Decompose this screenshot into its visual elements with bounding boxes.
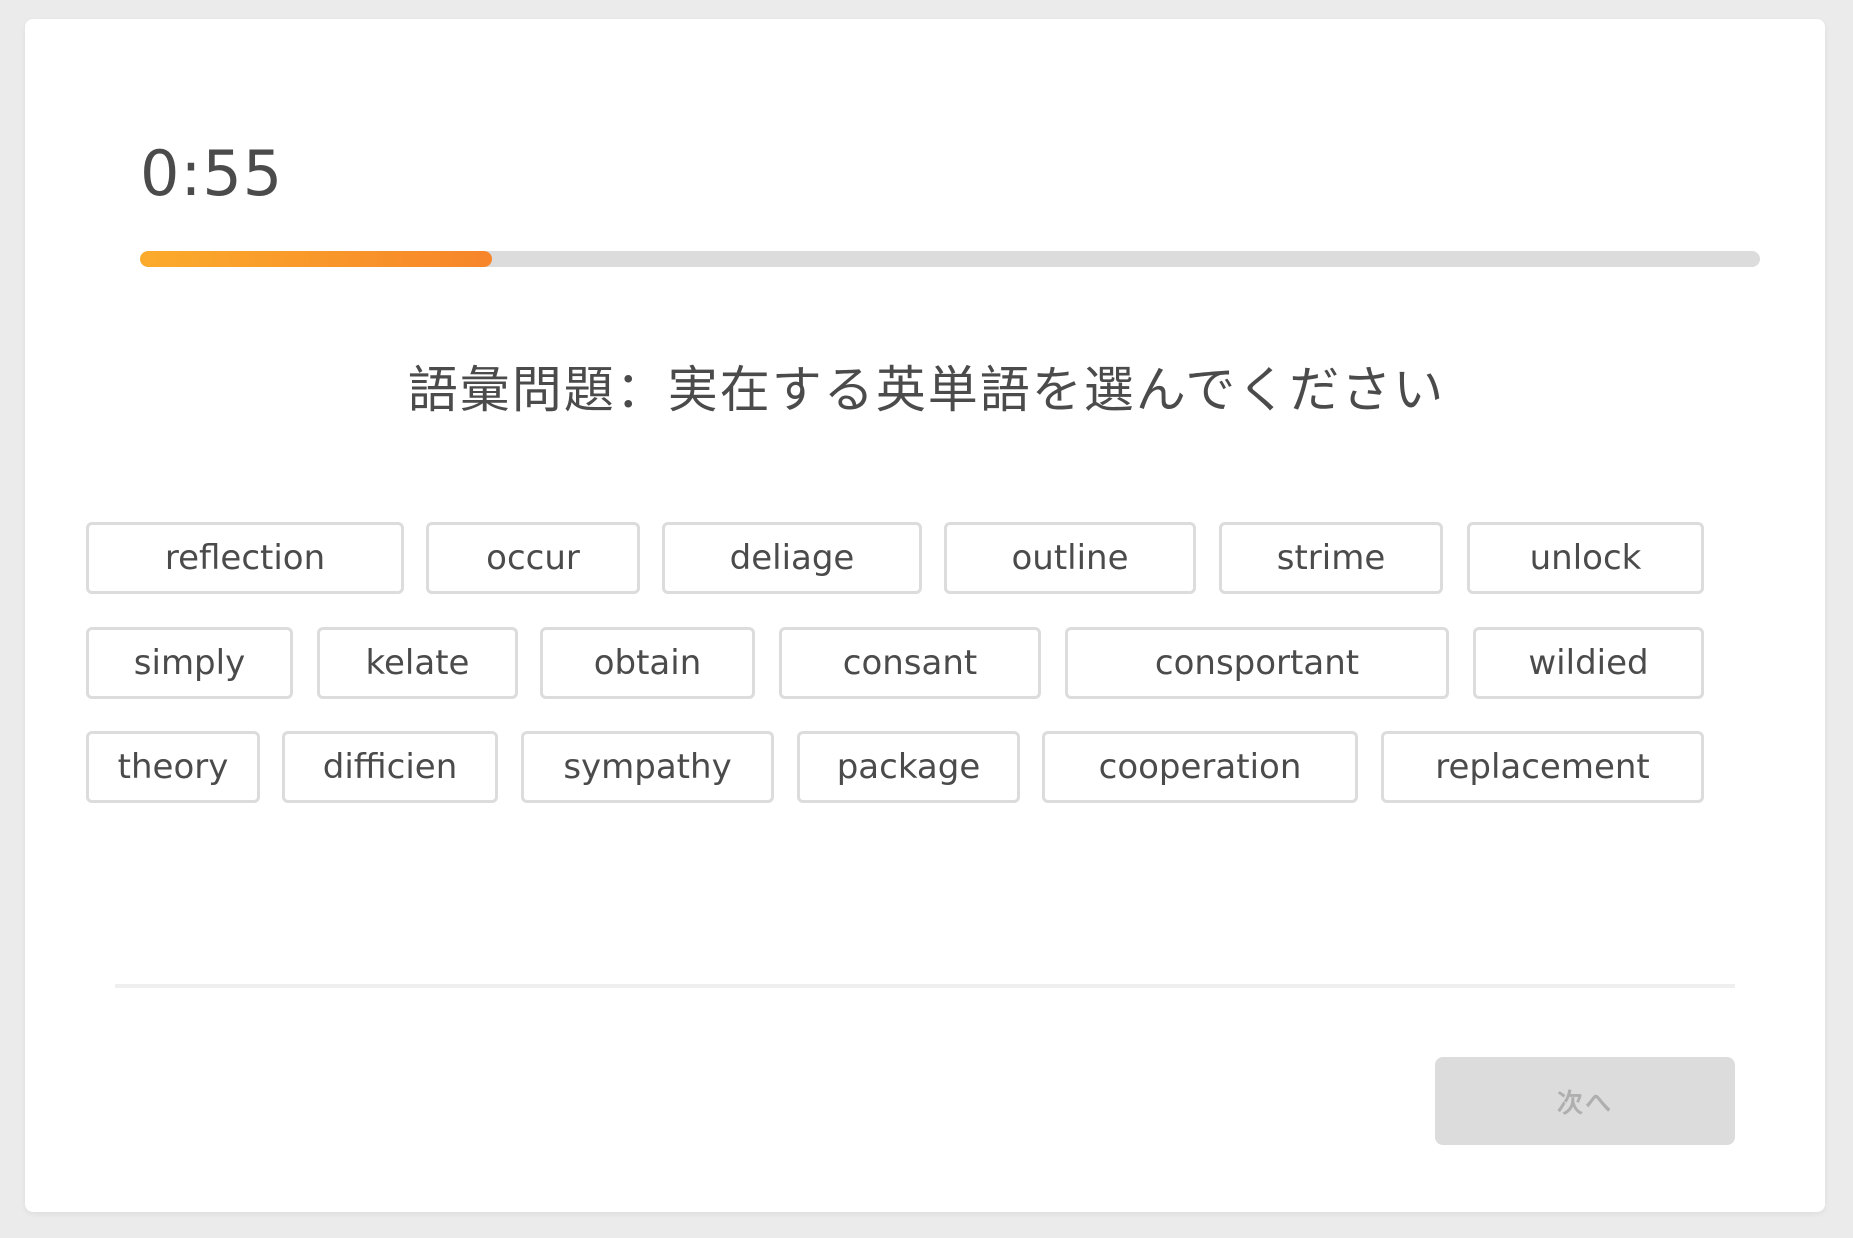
word-option[interactable]: replacement (1381, 731, 1704, 803)
word-option[interactable]: unlock (1467, 522, 1704, 594)
footer-divider (115, 984, 1735, 988)
word-option[interactable]: consant (779, 627, 1041, 699)
word-option[interactable]: sympathy (521, 731, 774, 803)
word-option[interactable]: difficien (282, 731, 498, 803)
next-button[interactable]: 次へ (1435, 1057, 1735, 1145)
word-option[interactable]: reflection (86, 522, 404, 594)
quiz-card: 0:55 (25, 19, 1825, 1212)
time-progress-bar (140, 251, 1760, 267)
word-option[interactable]: consportant (1065, 627, 1449, 699)
question-prompt: 語彙問題：実在する英単語を選んでください (407, 361, 1446, 419)
word-option[interactable]: cooperation (1042, 731, 1358, 803)
word-option[interactable]: deliage (662, 522, 922, 594)
word-option[interactable]: occur (426, 522, 640, 594)
word-option[interactable]: outline (944, 522, 1196, 594)
word-option[interactable]: package (797, 731, 1020, 803)
word-option[interactable]: strime (1219, 522, 1443, 594)
word-option[interactable]: theory (86, 731, 260, 803)
time-progress-fill (140, 251, 492, 267)
word-option[interactable]: simply (86, 627, 293, 699)
word-option[interactable]: kelate (317, 627, 518, 699)
word-option[interactable]: obtain (540, 627, 755, 699)
countdown-timer: 0:55 (140, 137, 284, 210)
word-option[interactable]: wildied (1473, 627, 1704, 699)
